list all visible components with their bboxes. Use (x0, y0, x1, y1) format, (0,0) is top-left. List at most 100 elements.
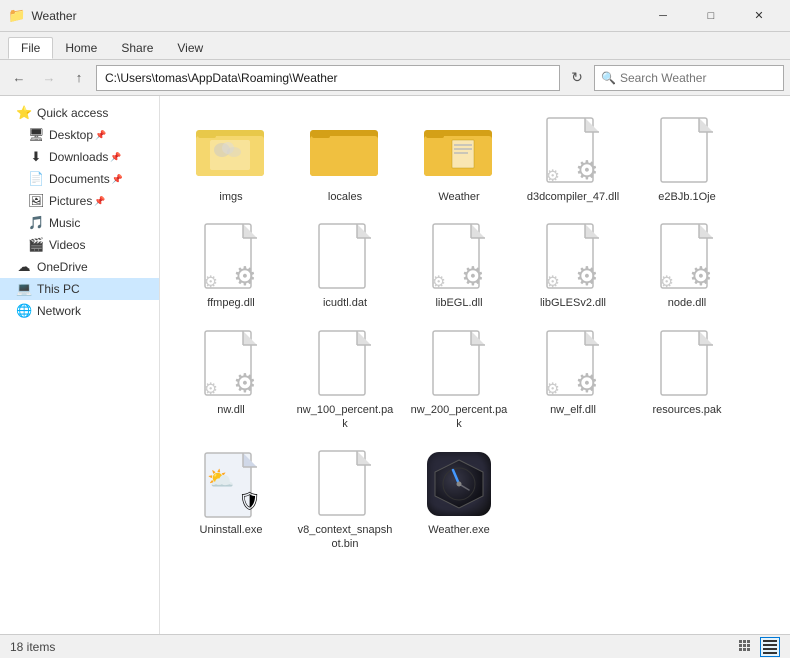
back-button[interactable]: ← (6, 65, 32, 91)
dll-ffmpeg-icon: ⚙ ⚙ (196, 222, 266, 292)
file-area: imgs locales (160, 96, 790, 634)
file-item-libgles[interactable]: ⚙ ⚙ libGLESv2.dll (518, 214, 628, 316)
pin-icon-pictures: 📌 (94, 196, 105, 207)
folder-locales-icon (310, 116, 380, 186)
close-button[interactable]: ✕ (736, 0, 782, 32)
file-label-icudtl: icudtl.dat (323, 296, 367, 310)
file-label-nw200: nw_200_percent.pak (409, 403, 509, 432)
dll-libegl-icon: ⚙ ⚙ (424, 222, 494, 292)
forward-button[interactable]: → (36, 65, 62, 91)
sidebar: ⭐ Quick access 🖥 Desktop 📌 ⬇ Downloads 📌… (0, 96, 160, 634)
refresh-button[interactable]: ↻ (564, 65, 590, 91)
exe-weather-icon (424, 449, 494, 519)
tab-home[interactable]: Home (53, 37, 109, 59)
pin-icon-documents: 📌 (112, 174, 123, 185)
file-item-locales[interactable]: locales (290, 108, 400, 210)
downloads-icon: ⬇ (28, 149, 44, 165)
sidebar-item-network[interactable]: 🌐 Network (0, 300, 159, 322)
network-icon: 🌐 (16, 303, 32, 319)
music-icon: 🎵 (28, 215, 44, 231)
sidebar-item-pictures[interactable]: 🖼 Pictures 📌 (0, 190, 159, 212)
file-item-v8snapshot[interactable]: v8_context_snapshot.bin (290, 441, 400, 558)
dll-node-icon: ⚙ ⚙ (652, 222, 722, 292)
dll-nw-icon: ⚙ ⚙ (196, 329, 266, 399)
up-button[interactable]: ↑ (66, 65, 92, 91)
file-item-libegl[interactable]: ⚙ ⚙ libEGL.dll (404, 214, 514, 316)
pak-nw100-icon (310, 329, 380, 399)
file-label-v8snapshot: v8_context_snapshot.bin (295, 523, 395, 552)
maximize-button[interactable]: □ (688, 0, 734, 32)
file-item-weather-exe[interactable]: Weather.exe (404, 441, 514, 558)
tab-view[interactable]: View (165, 37, 215, 59)
file-label-d3dcompiler: d3dcompiler_47.dll (527, 190, 619, 204)
sidebar-item-quick-access[interactable]: ⭐ Quick access (0, 102, 159, 124)
file-item-imgs[interactable]: imgs (176, 108, 286, 210)
file-label-locales: locales (328, 190, 362, 204)
bin-v8snapshot-icon (310, 449, 380, 519)
sidebar-item-desktop[interactable]: 🖥 Desktop 📌 (0, 124, 159, 146)
file-item-nw[interactable]: ⚙ ⚙ nw.dll (176, 321, 286, 438)
sidebar-item-onedrive[interactable]: ☁ OneDrive (0, 256, 159, 278)
sidebar-label-onedrive: OneDrive (37, 260, 88, 274)
main-layout: ⭐ Quick access 🖥 Desktop 📌 ⬇ Downloads 📌… (0, 96, 790, 634)
pak-nw200-icon (424, 329, 494, 399)
file-item-uninstall[interactable]: ⛅ 🛡 Uninstall.exe (176, 441, 286, 558)
sidebar-item-videos[interactable]: 🎬 Videos (0, 234, 159, 256)
file-item-ffmpeg[interactable]: ⚙ ⚙ ffmpeg.dll (176, 214, 286, 316)
sidebar-label-music: Music (49, 216, 80, 230)
sidebar-label-documents: Documents (49, 172, 110, 186)
file-label-resources: resources.pak (652, 403, 721, 417)
sidebar-label-network: Network (37, 304, 81, 318)
file-grid: imgs locales (176, 108, 774, 558)
list-view-button[interactable] (736, 637, 756, 657)
status-bar: 18 items (0, 634, 790, 658)
exe-uninstall-icon: ⛅ 🛡 (196, 449, 266, 519)
address-input[interactable] (96, 65, 560, 91)
file-item-resources[interactable]: resources.pak (632, 321, 742, 438)
generic-e2bjb-icon (652, 116, 722, 186)
desktop-icon: 🖥 (28, 127, 44, 143)
ribbon-tabs: File Home Share View (0, 32, 790, 60)
pin-icon-downloads: 📌 (110, 152, 121, 163)
file-item-icudtl[interactable]: icudtl.dat (290, 214, 400, 316)
title-bar-title: Weather (31, 9, 640, 23)
file-item-nwelf[interactable]: ⚙ ⚙ nw_elf.dll (518, 321, 628, 438)
file-label-node: node.dll (668, 296, 707, 310)
file-item-nw100[interactable]: nw_100_percent.pak (290, 321, 400, 438)
file-item-nw200[interactable]: nw_200_percent.pak (404, 321, 514, 438)
file-label-nw: nw.dll (217, 403, 245, 417)
file-item-d3dcompiler[interactable]: ⚙ ⚙ d3dcompiler_47.dll (518, 108, 628, 210)
sidebar-label-downloads: Downloads (49, 150, 108, 164)
file-label-imgs: imgs (219, 190, 242, 204)
sidebar-label-desktop: Desktop (49, 128, 93, 142)
title-bar-buttons: ─ □ ✕ (640, 0, 782, 32)
file-item-node[interactable]: ⚙ ⚙ node.dll (632, 214, 742, 316)
dll-libgles-icon: ⚙ ⚙ (538, 222, 608, 292)
sidebar-label-quick-access: Quick access (37, 106, 108, 120)
quick-access-icon: ⭐ (16, 105, 32, 121)
minimize-button[interactable]: ─ (640, 0, 686, 32)
detail-view-button[interactable] (760, 637, 780, 657)
pin-icon-desktop: 📌 (95, 130, 106, 141)
file-item-e2bjb[interactable]: e2BJb.1Oje (632, 108, 742, 210)
title-bar: 📁 Weather ─ □ ✕ (0, 0, 790, 32)
view-icons (736, 637, 780, 657)
sidebar-item-documents[interactable]: 📄 Documents 📌 (0, 168, 159, 190)
search-input[interactable] (620, 71, 777, 85)
sidebar-item-this-pc[interactable]: 💻 This PC (0, 278, 159, 300)
dll-nwelf-icon: ⚙ ⚙ (538, 329, 608, 399)
tab-share[interactable]: Share (109, 37, 165, 59)
title-bar-icon: 📁 (8, 7, 25, 24)
sidebar-item-music[interactable]: 🎵 Music (0, 212, 159, 234)
file-label-libgles: libGLESv2.dll (540, 296, 606, 310)
search-icon: 🔍 (601, 71, 616, 85)
folder-imgs-icon (196, 116, 266, 186)
sidebar-item-downloads[interactable]: ⬇ Downloads 📌 (0, 146, 159, 168)
item-count: 18 items (10, 640, 55, 654)
weather-exe-badge (427, 452, 491, 516)
file-label-nw100: nw_100_percent.pak (295, 403, 395, 432)
tab-file[interactable]: File (8, 37, 53, 59)
dll-d3d-icon: ⚙ ⚙ (538, 116, 608, 186)
sidebar-label-this-pc: This PC (37, 282, 80, 296)
file-item-weather-folder[interactable]: Weather (404, 108, 514, 210)
